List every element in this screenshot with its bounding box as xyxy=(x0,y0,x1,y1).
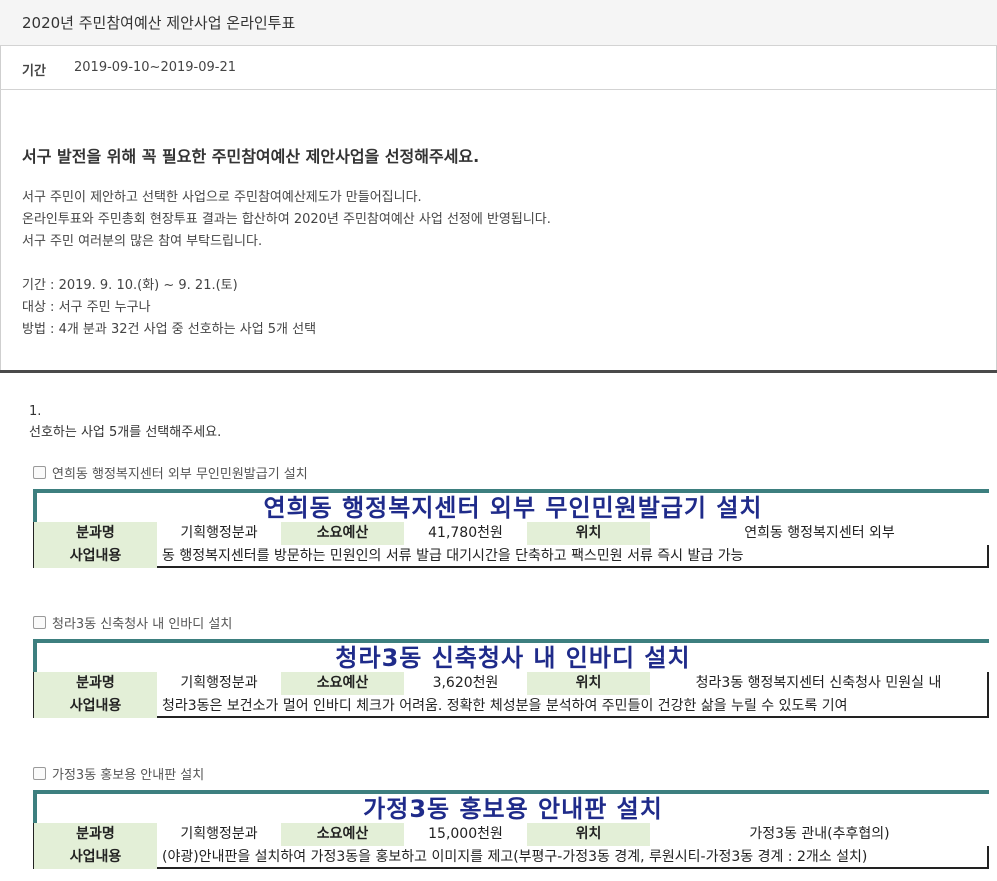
intro-line: 온라인투표와 주민총회 현장투표 결과는 합산하여 2020년 주민참여예산 사… xyxy=(22,212,551,227)
project-card: 연희동 행정복지센터 외부 무인민원발급기 설치 분과명 기획행정분과 소요예산… xyxy=(33,489,989,568)
intro-detail: 방법 : 4개 분과 32건 사업 중 선호하는 사업 5개 선택 xyxy=(22,322,317,337)
dept-value: 기획행정분과 xyxy=(180,525,258,541)
dept-value: 기획행정분과 xyxy=(180,675,258,691)
project-content-row: 사업내용 동 행정복지센터를 방문하는 민원인의 서류 발급 대기시간을 단축하… xyxy=(33,545,989,568)
location-value: 청라3동 행정복지센터 신축청사 민원실 내 xyxy=(650,672,989,695)
project-info-row: 분과명 기획행정분과 소요예산 3,620천원 위치 청라3동 행정복지센터 신… xyxy=(33,672,989,695)
content-value: (야광)안내판을 설치하여 가정3동을 홍보하고 이미지를 제고(부평구-가정3… xyxy=(157,846,989,869)
location-value: 연희동 행정복지센터 외부 xyxy=(744,525,895,541)
option-checkbox-row[interactable]: 연희동 행정복지센터 외부 무인민원발급기 설치 xyxy=(33,463,308,482)
project-info-row: 분과명 기획행정분과 소요예산 41,780천원 위치 연희동 행정복지센터 외… xyxy=(33,522,989,545)
project-card: 청라3동 신축청사 내 인바디 설치 분과명 기획행정분과 소요예산 3,620… xyxy=(33,639,989,718)
option-checkbox-label[interactable]: 연희동 행정복지센터 외부 무인민원발급기 설치 xyxy=(52,463,308,482)
section-divider xyxy=(0,370,997,373)
content-header: 사업내용 xyxy=(34,545,157,568)
option-checkbox-label[interactable]: 청라3동 신축청사 내 인바디 설치 xyxy=(52,613,232,632)
option-checkbox[interactable] xyxy=(33,766,46,780)
option-checkbox-row[interactable]: 가정3동 홍보용 안내판 설치 xyxy=(33,764,204,783)
period-bar: 기간 2019-09-10~2019-09-21 xyxy=(0,47,997,90)
option-checkbox[interactable] xyxy=(33,465,46,479)
budget-header: 소요예산 xyxy=(281,672,404,695)
location-header: 위치 xyxy=(527,522,650,545)
budget-header: 소요예산 xyxy=(281,522,404,545)
location-header: 위치 xyxy=(527,823,650,846)
page-title: 2020년 주민참여예산 제안사업 온라인투표 xyxy=(22,14,296,32)
intro-detail: 기간 : 2019. 9. 10.(화) ~ 9. 21.(토) xyxy=(22,278,238,293)
budget-value: 41,780천원 xyxy=(428,525,503,541)
option-checkbox[interactable] xyxy=(33,615,46,629)
content-value: 동 행정복지센터를 방문하는 민원인의 서류 발급 대기시간을 단축하고 팩스민… xyxy=(157,545,989,568)
dept-header: 분과명 xyxy=(34,672,157,695)
content-value: 청라3동은 보건소가 멀어 인바디 체크가 어려움. 정확한 체성분을 분석하여… xyxy=(157,695,989,718)
content-header: 사업내용 xyxy=(34,695,157,718)
period-value: 2019-09-10~2019-09-21 xyxy=(74,60,236,75)
period-label: 기간 xyxy=(22,64,46,79)
dept-value: 기획행정분과 xyxy=(180,826,258,842)
dept-header: 분과명 xyxy=(34,522,157,545)
option-checkbox-row[interactable]: 청라3동 신축청사 내 인바디 설치 xyxy=(33,613,232,632)
intro-heading: 서구 발전을 위해 꼭 필요한 주민참여예산 제안사업을 선정해주세요. xyxy=(22,147,480,166)
budget-value: 3,620천원 xyxy=(432,675,499,691)
project-info-row: 분과명 기획행정분과 소요예산 15,000천원 위치 가정3동 관내(추후협의… xyxy=(33,823,989,846)
dept-header: 분과명 xyxy=(34,823,157,846)
question-number: 1. xyxy=(29,404,42,419)
project-title: 청라3동 신축청사 내 인바디 설치 xyxy=(33,639,989,672)
budget-header: 소요예산 xyxy=(281,823,404,846)
title-bar: 2020년 주민참여예산 제안사업 온라인투표 xyxy=(0,0,997,46)
intro-section: 서구 발전을 위해 꼭 필요한 주민참여예산 제안사업을 선정해주세요. 서구 … xyxy=(22,143,972,341)
location-header: 위치 xyxy=(527,672,650,695)
project-title: 연희동 행정복지센터 외부 무인민원발급기 설치 xyxy=(33,489,989,522)
question-block: 1. 선호하는 사업 5개를 선택해주세요. xyxy=(29,401,221,443)
location-value: 가정3동 관내(추후협의) xyxy=(749,826,890,842)
intro-line: 서구 주민 여러분의 많은 참여 부탁드립니다. xyxy=(22,234,263,249)
project-content-row: 사업내용 청라3동은 보건소가 멀어 인바디 체크가 어려움. 정확한 체성분을… xyxy=(33,695,989,718)
project-card: 가정3동 홍보용 안내판 설치 분과명 기획행정분과 소요예산 15,000천원… xyxy=(33,790,989,869)
project-title: 가정3동 홍보용 안내판 설치 xyxy=(33,790,989,823)
question-text: 선호하는 사업 5개를 선택해주세요. xyxy=(29,425,222,440)
intro-line: 서구 주민이 제안하고 선택한 사업으로 주민참여예산제도가 만들어집니다. xyxy=(22,190,422,205)
project-content-row: 사업내용 (야광)안내판을 설치하여 가정3동을 홍보하고 이미지를 제고(부평… xyxy=(33,846,989,869)
budget-value: 15,000천원 xyxy=(428,826,503,842)
option-checkbox-label[interactable]: 가정3동 홍보용 안내판 설치 xyxy=(52,764,204,783)
intro-detail: 대상 : 서구 주민 누구나 xyxy=(22,300,151,315)
content-header: 사업내용 xyxy=(34,846,157,869)
